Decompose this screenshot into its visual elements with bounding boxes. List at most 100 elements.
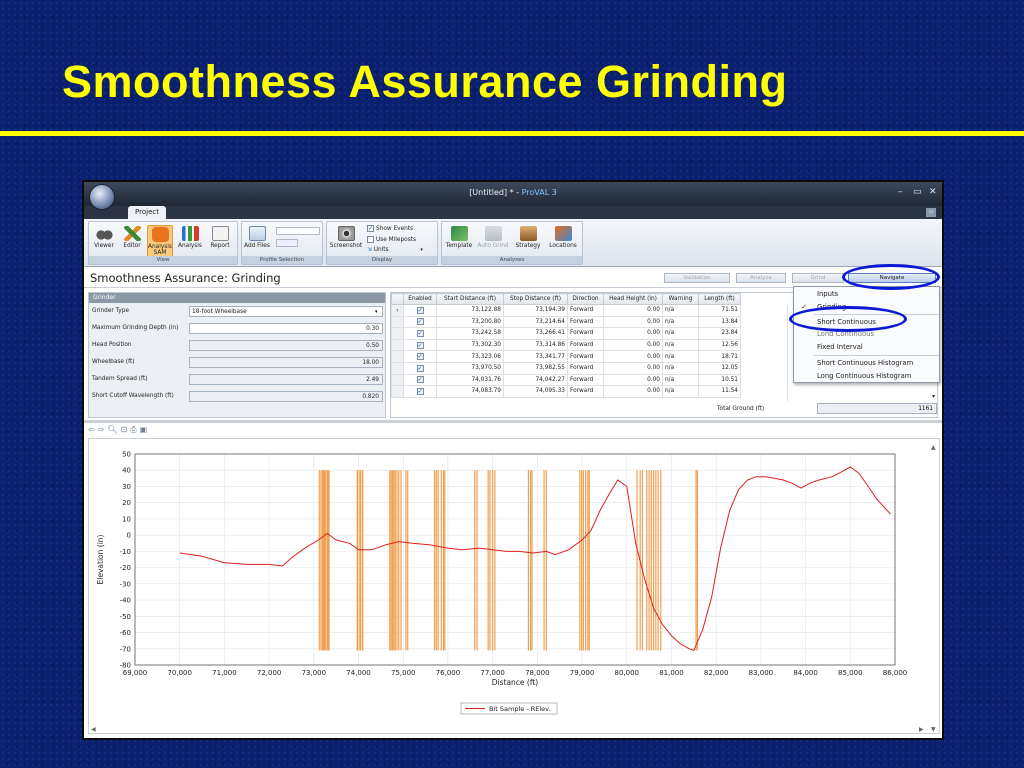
- table-cell[interactable]: Forward: [567, 385, 604, 398]
- editor-button[interactable]: Editor: [119, 225, 145, 255]
- table-cell[interactable]: 10.51: [698, 373, 741, 387]
- enabled-cell[interactable]: ✓: [403, 338, 437, 352]
- column-header[interactable]: Head Height (in): [603, 293, 663, 305]
- table-cell[interactable]: 71.51: [698, 304, 741, 317]
- table-cell[interactable]: 0.00: [603, 338, 663, 352]
- enabled-checkbox[interactable]: ✓: [416, 387, 424, 395]
- table-cell[interactable]: 0.00: [603, 350, 663, 363]
- table-cell[interactable]: 73,970.50: [436, 361, 504, 375]
- report-button[interactable]: Report: [207, 225, 233, 255]
- table-cell[interactable]: 11.54: [698, 385, 741, 398]
- template-button[interactable]: Template: [444, 225, 474, 255]
- table-row[interactable]: ✓ 74,083.79 74,095.33 Forward 0.00 n/a 11.54: [391, 385, 741, 398]
- validation-button[interactable]: Validation: [664, 273, 730, 283]
- enabled-cell[interactable]: ✓: [403, 327, 437, 340]
- column-header[interactable]: Length (ft): [698, 293, 741, 305]
- table-cell[interactable]: 73,266.41: [503, 327, 568, 340]
- enabled-checkbox[interactable]: ✓: [416, 341, 424, 349]
- menu-item-inputs[interactable]: Inputs: [794, 288, 939, 300]
- table-cell[interactable]: 74,083.79: [436, 385, 504, 398]
- column-header[interactable]: Warning: [662, 293, 699, 305]
- table-row[interactable]: ✓ 73,302.30 73,314.86 Forward 0.00 n/a 12.56: [391, 338, 741, 352]
- use-mileposts-checkbox[interactable]: Use Mileposts: [367, 236, 416, 243]
- enabled-cell[interactable]: ✓: [403, 315, 437, 329]
- wheelbase-input[interactable]: 18.00: [189, 357, 383, 368]
- table-cell[interactable]: 0.00: [603, 361, 663, 375]
- minimize-button[interactable]: –: [898, 187, 903, 197]
- enabled-cell[interactable]: ✓: [403, 385, 437, 398]
- table-cell[interactable]: 73,194.39: [503, 304, 568, 317]
- table-cell[interactable]: 74,095.33: [503, 385, 568, 398]
- table-cell[interactable]: Forward: [567, 315, 604, 329]
- menu-item-fixed-interval[interactable]: Fixed Interval: [794, 341, 939, 353]
- max-depth-input[interactable]: 0.30: [189, 323, 383, 334]
- enabled-cell[interactable]: ✓: [403, 361, 437, 375]
- table-cell[interactable]: 73,314.86: [503, 338, 568, 352]
- viewer-button[interactable]: Viewer: [91, 225, 117, 255]
- menu-item-long-continuous-histogram[interactable]: Long Continuous Histogram: [794, 370, 939, 382]
- enabled-checkbox[interactable]: ✓: [416, 376, 424, 384]
- back-arrow-icon[interactable]: ⇦: [88, 425, 95, 434]
- table-cell[interactable]: n/a: [662, 350, 699, 363]
- table-cell[interactable]: Forward: [567, 338, 604, 352]
- column-header[interactable]: Stop Distance (ft): [503, 293, 568, 305]
- auto-grind-button[interactable]: Auto Grind: [476, 225, 510, 255]
- zoom-icon[interactable]: 🔍︎: [107, 425, 117, 434]
- enabled-checkbox[interactable]: ✓: [416, 318, 424, 326]
- analysis-button[interactable]: Analysis: [177, 225, 203, 255]
- table-cell[interactable]: n/a: [662, 385, 699, 398]
- grind-button[interactable]: Grind: [792, 273, 844, 283]
- enabled-cell[interactable]: ✓: [403, 350, 437, 363]
- table-cell[interactable]: 73,982.55: [503, 361, 568, 375]
- table-cell[interactable]: 73,242.58: [436, 327, 504, 340]
- table-cell[interactable]: 23.84: [698, 327, 741, 340]
- tandem-spread-input[interactable]: 2.49: [189, 374, 383, 385]
- show-events-checkbox[interactable]: ✓ Show Events: [367, 225, 413, 232]
- table-cell[interactable]: Forward: [567, 304, 604, 317]
- table-row[interactable]: ✓ 74,031.76 74,042.27 Forward 0.00 n/a 10.51: [391, 373, 741, 387]
- locations-button[interactable]: Locations: [546, 225, 580, 255]
- table-row[interactable]: ✓ 73,970.50 73,982.55 Forward 0.00 n/a 12.05: [391, 361, 741, 375]
- scroll-down-icon[interactable]: ▾: [932, 393, 935, 400]
- table-cell[interactable]: Forward: [567, 373, 604, 387]
- column-header[interactable]: Direction: [567, 293, 604, 305]
- forward-arrow-icon[interactable]: ⇨: [98, 425, 105, 434]
- column-header[interactable]: Enabled: [403, 293, 437, 305]
- enabled-cell[interactable]: ✓: [403, 304, 437, 317]
- table-row[interactable]: › ✓ 73,122.88 73,194.39 Forward 0.00 n/a 71.51: [391, 304, 741, 317]
- units-dropdown[interactable]: ⇲ Units ▾: [367, 247, 423, 253]
- short-cutoff-input[interactable]: 0.820: [189, 391, 383, 402]
- table-cell[interactable]: 73,214.64: [503, 315, 568, 329]
- enabled-checkbox[interactable]: ✓: [416, 353, 424, 361]
- table-cell[interactable]: n/a: [662, 338, 699, 352]
- tab-project[interactable]: Project: [128, 206, 166, 219]
- table-cell[interactable]: 73,341.77: [503, 350, 568, 363]
- table-cell[interactable]: n/a: [662, 304, 699, 317]
- table-cell[interactable]: n/a: [662, 327, 699, 340]
- strategy-button[interactable]: Strategy: [512, 225, 544, 255]
- table-cell[interactable]: Forward: [567, 327, 604, 340]
- table-cell[interactable]: n/a: [662, 361, 699, 375]
- screenshot-button[interactable]: Screenshot: [329, 225, 363, 255]
- enabled-cell[interactable]: ✓: [403, 373, 437, 387]
- table-cell[interactable]: Forward: [567, 361, 604, 375]
- table-row[interactable]: ✓ 73,200.80 73,214.64 Forward 0.00 n/a 13.84: [391, 315, 741, 329]
- profile-toggle-icon[interactable]: [276, 239, 298, 247]
- table-cell[interactable]: 13.84: [698, 315, 741, 329]
- table-cell[interactable]: 73,323.06: [436, 350, 504, 363]
- table-cell[interactable]: 0.00: [603, 304, 663, 317]
- table-cell[interactable]: 74,031.76: [436, 373, 504, 387]
- table-row[interactable]: ✓ 73,323.06 73,341.77 Forward 0.00 n/a 18.71: [391, 350, 741, 363]
- maximize-button[interactable]: ▭: [913, 187, 922, 197]
- close-button[interactable]: ✕: [929, 187, 937, 197]
- table-cell[interactable]: 73,122.88: [436, 304, 504, 317]
- table-cell[interactable]: 0.00: [603, 315, 663, 329]
- add-files-button[interactable]: Add Files: [244, 225, 270, 255]
- menu-item-short-continuous-histogram[interactable]: Short Continuous Histogram: [794, 357, 939, 369]
- table-cell[interactable]: n/a: [662, 373, 699, 387]
- table-cell[interactable]: 18.71: [698, 350, 741, 363]
- save-chart-icon[interactable]: ▣: [140, 425, 148, 434]
- table-cell[interactable]: 0.00: [603, 385, 663, 398]
- grinder-type-select[interactable]: 18-foot Wheelbase: [189, 306, 383, 317]
- zoom-extents-icon[interactable]: ⊡: [121, 425, 128, 434]
